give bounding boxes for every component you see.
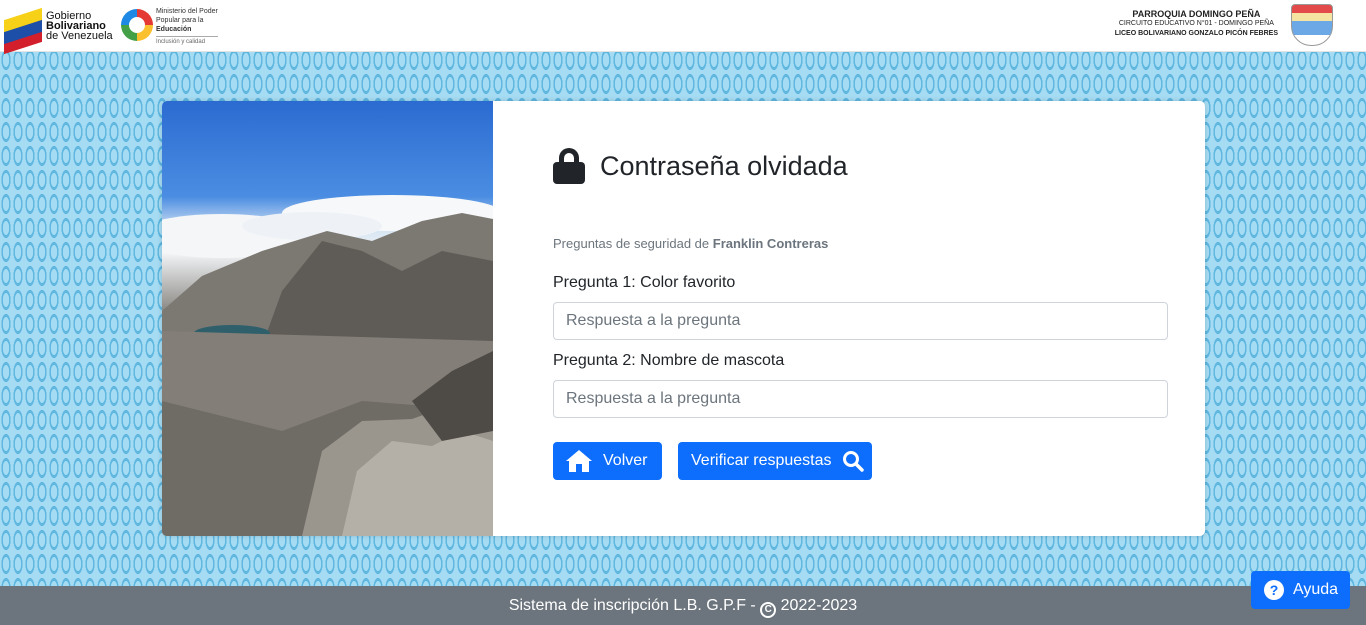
- back-button[interactable]: Volver: [553, 442, 662, 480]
- ministry-line-2: Popular para la: [156, 17, 204, 24]
- school-circuit: CIRCUITO EDUCATIVO N°01 - DOMINGO PEÑA: [1118, 20, 1274, 27]
- password-recovery-card: Contraseña olvidada Preguntas de segurid…: [162, 101, 1205, 536]
- ministry-logo-text: Ministerio del Poder Popular para la Edu…: [156, 7, 218, 47]
- mountain-landscape-image: [162, 101, 493, 536]
- ministry-emblem-icon: [121, 9, 153, 41]
- page-title: Contraseña olvidada: [600, 150, 848, 181]
- government-logo-text: Gobierno Bolivariano de Venezuela: [46, 11, 113, 42]
- venezuela-flag-icon: [4, 6, 42, 55]
- footer-years: 2022-2023: [780, 597, 858, 614]
- copyright-icon: C: [760, 602, 777, 618]
- ministry-line-1: Ministerio del Poder: [156, 8, 218, 15]
- question-2-label: Pregunta 2: Nombre de mascota: [553, 352, 785, 369]
- verify-answers-button[interactable]: Verificar respuestas: [678, 442, 872, 480]
- footer: Sistema de inscripción L.B. G.P.F - C 20…: [0, 586, 1366, 625]
- help-button-label: Ayuda: [1293, 581, 1339, 598]
- ministry-line-3: Educación: [156, 26, 192, 33]
- top-header: Gobierno Bolivariano de Venezuela Minist…: [0, 0, 1366, 55]
- back-button-label: Volver: [603, 452, 648, 469]
- school-crest-icon: [1291, 4, 1333, 46]
- help-button[interactable]: ? Ayuda: [1251, 571, 1350, 609]
- school-parish: PARROQUIA DOMINGO PEÑA: [1132, 9, 1261, 19]
- question-1-label: Pregunta 1: Color favorito: [553, 274, 736, 291]
- lock-icon: [553, 148, 585, 184]
- question-circle-icon: ?: [1264, 580, 1284, 600]
- security-questions-caption: Preguntas de seguridad de Franklin Contr…: [553, 236, 828, 251]
- gov-line-3: de Venezuela: [46, 30, 113, 42]
- question-2-answer-input[interactable]: [553, 380, 1168, 418]
- security-prefix: Preguntas de seguridad de: [553, 236, 710, 251]
- school-info: PARROQUIA DOMINGO PEÑA CIRCUITO EDUCATIV…: [1115, 9, 1278, 39]
- title-row: Contraseña olvidada: [553, 148, 848, 184]
- verify-button-label: Verificar respuestas: [691, 452, 832, 469]
- search-icon: [842, 451, 864, 472]
- footer-text: Sistema de inscripción L.B. G.P.F -: [508, 597, 756, 614]
- user-name: Franklin Contreras: [712, 236, 829, 251]
- ministry-slogan: Inclusión y calidad: [156, 36, 218, 47]
- government-logo: Gobierno Bolivariano de Venezuela: [4, 6, 113, 55]
- ministry-logo: Ministerio del Poder Popular para la Edu…: [121, 7, 218, 47]
- question-1-answer-input[interactable]: [553, 302, 1168, 340]
- recovery-form: Contraseña olvidada Preguntas de segurid…: [553, 101, 1168, 536]
- school-name: LICEO BOLIVARIANO GONZALO PICÓN FEBRES: [1114, 30, 1278, 37]
- home-icon: [566, 450, 592, 472]
